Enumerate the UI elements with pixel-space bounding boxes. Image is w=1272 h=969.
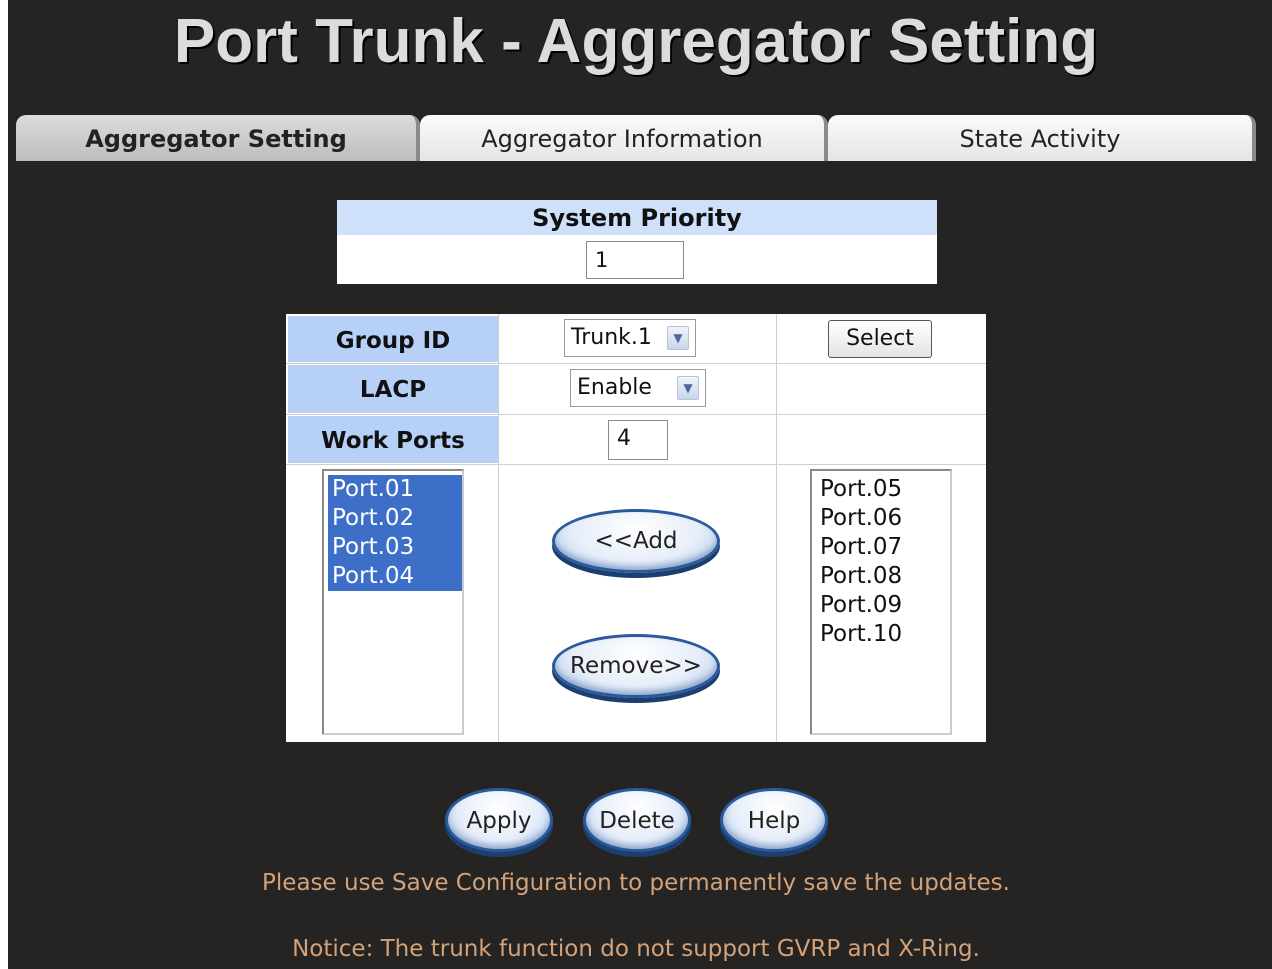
tab-bar: Aggregator Setting Aggregator Informatio… [16,115,1256,163]
help-button[interactable]: Help [720,788,828,852]
select-button[interactable]: Select [828,320,932,358]
list-item[interactable]: Port.09 [816,591,950,620]
chevron-down-icon[interactable]: ▼ [677,376,699,400]
list-item[interactable]: Port.10 [816,620,950,649]
row-divider [286,414,986,415]
delete-button[interactable]: Delete [583,788,691,852]
row-divider [286,363,986,364]
remove-port-button[interactable]: Remove>> [552,634,720,698]
list-item[interactable]: Port.01 [328,475,462,504]
chevron-down-icon[interactable]: ▼ [667,326,689,350]
row-divider [286,464,986,465]
group-id-value: Trunk.1 [571,325,652,350]
system-priority-label: System Priority [337,200,937,235]
group-id-select[interactable]: Trunk.1 ▼ [564,319,696,357]
tab-aggregator-setting[interactable]: Aggregator Setting [16,115,420,161]
tab-aggregator-information[interactable]: Aggregator Information [420,115,828,161]
list-item[interactable]: Port.04 [328,562,462,591]
list-item[interactable]: Port.08 [816,562,950,591]
column-divider [776,314,777,742]
tab-state-activity[interactable]: State Activity [828,115,1256,161]
group-id-label: Group ID [288,316,498,362]
list-item[interactable]: Port.07 [816,533,950,562]
available-ports-list[interactable]: Port.05 Port.06 Port.07 Port.08 Port.09 Port.… [810,469,952,735]
lacp-label: LACP [288,365,498,413]
list-item[interactable]: Port.06 [816,504,950,533]
notice-text: Notice: The trunk function do not suppor… [292,936,980,962]
lacp-select[interactable]: Enable ▼ [570,369,706,407]
list-item[interactable]: Port.05 [816,475,950,504]
aggregator-form-table: Group ID LACP Work Ports Trunk.1 ▼ Selec… [286,314,986,742]
work-ports-input[interactable]: 4 [608,420,668,460]
system-priority-panel: System Priority 1 [337,200,937,284]
list-item[interactable]: Port.02 [328,504,462,533]
page-title: Port Trunk - Aggregator Setting [173,7,1099,76]
work-ports-label: Work Ports [288,416,498,463]
member-ports-list[interactable]: Port.01 Port.02 Port.03 Port.04 [322,469,464,735]
system-priority-input[interactable]: 1 [586,241,684,279]
save-hint-text: Please use Save Configuration to permane… [262,870,1010,896]
add-port-button[interactable]: <<Add [552,509,720,573]
apply-button[interactable]: Apply [445,788,553,852]
column-divider [498,314,499,742]
lacp-value: Enable [577,375,652,400]
list-item[interactable]: Port.03 [328,533,462,562]
